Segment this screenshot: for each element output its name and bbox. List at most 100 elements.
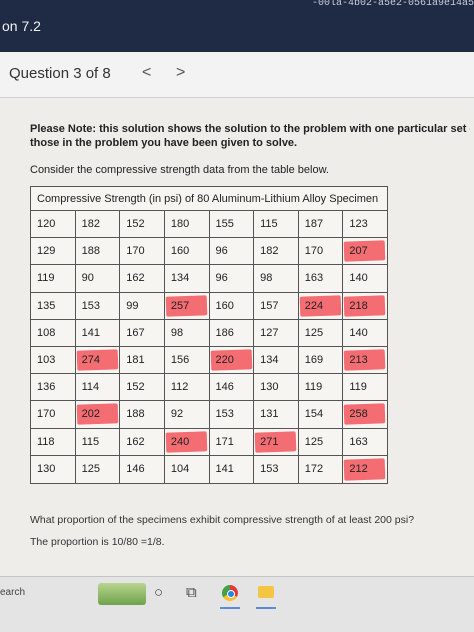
cell-value: 160 — [170, 245, 190, 258]
cell-value: 182 — [81, 218, 100, 230]
taskbar-search[interactable]: earch — [0, 587, 25, 598]
cell-value: 155 — [215, 218, 234, 230]
cell-value: 156 — [170, 353, 190, 366]
cell-value: 104 — [170, 462, 190, 475]
table-cell: 153 — [210, 401, 255, 428]
table-row: 136 114 152 112 146 130 119 119 — [31, 374, 387, 402]
next-question-button[interactable]: > — [176, 64, 185, 82]
table-cell: 134 — [254, 346, 299, 374]
table-cell: 157 — [254, 292, 299, 319]
table-cell: 170 — [31, 401, 76, 428]
consider-text: Consider the compressive strength data f… — [30, 164, 329, 176]
question-content: Please Note: this solution shows the sol… — [0, 98, 474, 576]
table-cell: 134 — [165, 265, 210, 292]
table-cell: 172 — [299, 455, 344, 483]
cell-value: 119 — [37, 272, 55, 285]
table-cell: 125 — [299, 319, 344, 346]
table-cell: 125 — [76, 455, 121, 483]
app-thumbnail-icon[interactable] — [98, 583, 146, 605]
task-view-icon[interactable]: ⧉ — [186, 584, 197, 601]
table-cell: 115 — [76, 428, 121, 455]
taskbar: earch ○ ⧉ — [0, 576, 474, 632]
cell-value: 188 — [126, 408, 145, 421]
cell-value: 213 — [349, 353, 368, 366]
table-cell: 171 — [210, 428, 255, 455]
cell-value: 146 — [215, 381, 234, 394]
cell-value: 152 — [126, 381, 145, 394]
prev-question-button[interactable]: < — [142, 64, 151, 82]
table-cell: 187 — [299, 211, 344, 238]
cell-value: 120 — [37, 218, 56, 230]
highlighted-cell: 207 — [343, 238, 387, 264]
highlighted-cell: 220 — [210, 346, 255, 374]
cell-value: 96 — [215, 245, 228, 258]
cell-value: 212 — [349, 462, 368, 475]
highlighted-cell: 240 — [165, 428, 210, 455]
table-row: 119 90 162 134 96 98 163 140 — [31, 265, 387, 293]
table-cell: 152 — [120, 374, 165, 401]
file-explorer-icon[interactable] — [258, 586, 274, 598]
table-cell: 125 — [299, 428, 344, 455]
table-cell: 136 — [31, 374, 76, 401]
cell-value: 135 — [37, 299, 56, 312]
cell-value: 163 — [304, 272, 324, 285]
cell-value: 140 — [349, 272, 368, 285]
table-cell: 188 — [120, 401, 165, 428]
table-cell: 154 — [299, 401, 344, 428]
cell-value: 162 — [126, 435, 145, 448]
table-cell: 120 — [31, 211, 76, 238]
table-cell: 163 — [343, 429, 387, 455]
table-cell: 140 — [343, 265, 387, 291]
cell-value: 170 — [126, 245, 145, 258]
cortana-circle-icon[interactable]: ○ — [154, 584, 163, 601]
table-row: 129 188 170 160 96 182 170 207 — [31, 238, 387, 266]
chrome-icon[interactable] — [222, 585, 238, 601]
table-row: 130 125 146 104 141 153 172 212 — [31, 455, 387, 483]
cell-value: 125 — [81, 462, 100, 475]
table-row: 108 141 167 98 186 127 125 140 — [31, 319, 387, 347]
cell-value: 271 — [260, 435, 279, 448]
cell-value: 162 — [126, 272, 145, 285]
cell-value: 172 — [304, 462, 324, 475]
cell-value: 153 — [81, 299, 100, 312]
cell-value: 152 — [126, 218, 145, 230]
question-nav-bar: Question 3 of 8 < > — [0, 52, 474, 98]
cell-value: 187 — [304, 218, 324, 230]
title-bar: on 7.2 -00la-4b02-a5e2-0561a9e14a5 — [0, 0, 474, 52]
cell-value: 99 — [126, 299, 139, 312]
cell-value: 207 — [349, 245, 368, 258]
highlighted-cell: 213 — [343, 347, 387, 373]
cell-value: 119 — [304, 381, 323, 394]
question-text: What proportion of the specimens exhibit… — [30, 514, 415, 526]
highlighted-cell: 274 — [76, 346, 121, 374]
cell-value: 169 — [304, 353, 324, 366]
cell-value: 180 — [170, 218, 190, 230]
cell-value: 90 — [81, 272, 94, 285]
cell-value: 157 — [260, 299, 279, 312]
cell-value: 134 — [260, 353, 279, 366]
cell-value: 115 — [260, 218, 278, 230]
table-caption: Compressive Strength (in psi) of 80 Alum… — [31, 187, 387, 211]
cell-value: 146 — [126, 462, 145, 475]
cell-value: 220 — [215, 353, 234, 366]
cell-value: 98 — [170, 326, 184, 339]
table-cell: 163 — [299, 265, 344, 292]
cell-value: 130 — [260, 381, 279, 394]
cell-value: 153 — [215, 408, 234, 421]
cell-value: 141 — [215, 462, 234, 475]
table-cell: 186 — [210, 319, 255, 346]
table-cell: 188 — [76, 238, 121, 265]
table-cell: 160 — [210, 292, 255, 319]
cell-value: 181 — [126, 353, 145, 366]
table-cell: 141 — [76, 319, 121, 346]
cell-value: 170 — [37, 408, 56, 421]
cell-value: 224 — [304, 299, 324, 312]
table-row: 170 202 188 92 153 131 154 258 — [31, 401, 387, 429]
table-cell: 155 — [210, 211, 255, 238]
table-cell: 167 — [120, 319, 165, 346]
table-cell: 127 — [254, 319, 299, 346]
table-cell: 131 — [254, 401, 299, 428]
table-cell: 92 — [165, 401, 210, 428]
highlighted-cell: 257 — [165, 292, 210, 319]
table-cell: 123 — [343, 211, 387, 237]
